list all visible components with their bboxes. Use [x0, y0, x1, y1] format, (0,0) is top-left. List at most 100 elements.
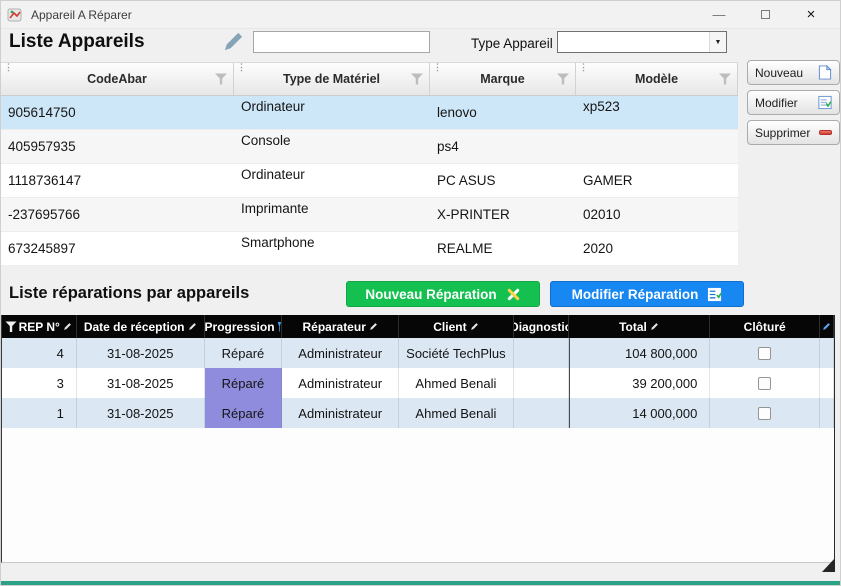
- appareil-row[interactable]: 905614750 Ordinateur lenovo xp523: [1, 96, 738, 130]
- cell-progression[interactable]: Réparé: [205, 398, 283, 428]
- window-controls: — ×: [696, 6, 834, 23]
- column-drag-dots: ⋮: [4, 63, 13, 73]
- modifier-reparation-button[interactable]: Modifier Réparation: [550, 281, 744, 307]
- column-header-rep-n[interactable]: REP N°: [2, 315, 77, 338]
- cell-date-reception[interactable]: 31-08-2025: [77, 338, 205, 368]
- cell-rep-n[interactable]: 4: [2, 338, 77, 368]
- nouveau-reparation-label: Nouveau Réparation: [365, 287, 496, 302]
- cell-rep-n[interactable]: 3: [2, 368, 77, 398]
- appareil-row[interactable]: -237695766 Imprimante X-PRINTER 02010: [1, 198, 738, 232]
- cell-date-reception[interactable]: 31-08-2025: [77, 368, 205, 398]
- cell-cloture[interactable]: [710, 398, 820, 428]
- nouveau-reparation-button[interactable]: Nouveau Réparation: [346, 281, 540, 307]
- appareil-row[interactable]: 405957935 Console ps4: [1, 130, 738, 164]
- cell-client[interactable]: Ahmed Benali: [399, 398, 514, 428]
- cell-marque[interactable]: REALME: [430, 232, 576, 265]
- cell-type-materiel[interactable]: Ordinateur: [234, 164, 430, 197]
- appareil-row[interactable]: 1118736147 Ordinateur PC ASUS GAMER: [1, 164, 738, 198]
- cell-codeabar[interactable]: -237695766: [1, 198, 234, 231]
- cell-edit[interactable]: [820, 368, 834, 398]
- supprimer-button-label: Supprimer: [755, 126, 810, 140]
- column-header-edit[interactable]: [820, 315, 834, 338]
- cell-cloture[interactable]: [710, 338, 820, 368]
- window-title: Appareil A Réparer: [31, 8, 132, 22]
- cell-rep-n[interactable]: 1: [2, 398, 77, 428]
- close-button[interactable]: ×: [788, 6, 834, 23]
- filter-icon[interactable]: [411, 74, 423, 85]
- cell-diagnostic[interactable]: [514, 368, 569, 398]
- reparation-row[interactable]: 3 31-08-2025 Réparé Administrateur Ahmed…: [2, 368, 834, 398]
- cell-reparateur[interactable]: Administrateur: [282, 368, 399, 398]
- cell-cloture[interactable]: [710, 368, 820, 398]
- filter-icon-progression[interactable]: [278, 322, 282, 332]
- cell-modele[interactable]: [576, 130, 738, 163]
- cell-type-materiel[interactable]: Imprimante: [234, 198, 430, 231]
- cell-marque[interactable]: ps4: [430, 130, 576, 163]
- cell-type-materiel[interactable]: Smartphone: [234, 232, 430, 265]
- appareil-row[interactable]: 673245897 Smartphone REALME 2020: [1, 232, 738, 266]
- column-header-client[interactable]: Client: [399, 315, 514, 338]
- cell-total[interactable]: 39 200,000: [569, 368, 711, 398]
- nouveau-button[interactable]: Nouveau: [747, 60, 840, 85]
- cloture-checkbox[interactable]: [758, 407, 771, 420]
- column-header-type-materiel[interactable]: ⋮ Type de Matériel: [234, 63, 430, 95]
- column-label: REP N°: [19, 320, 60, 334]
- cell-reparateur[interactable]: Administrateur: [282, 338, 399, 368]
- cell-progression[interactable]: Réparé: [205, 338, 283, 368]
- filter-icon[interactable]: [215, 74, 227, 85]
- cell-reparateur[interactable]: Administrateur: [282, 398, 399, 428]
- column-header-total[interactable]: Total: [569, 315, 711, 338]
- cell-diagnostic[interactable]: [514, 338, 569, 368]
- supprimer-button[interactable]: Supprimer: [747, 120, 840, 145]
- dropdown-arrow-icon[interactable]: ▼: [709, 32, 726, 52]
- cell-edit[interactable]: [820, 338, 834, 368]
- cell-client[interactable]: Ahmed Benali: [399, 368, 514, 398]
- column-label: Date de réception: [84, 320, 185, 334]
- cell-marque[interactable]: lenovo: [430, 96, 576, 129]
- row-filter-icon[interactable]: [5, 321, 17, 332]
- column-header-codeabar[interactable]: ⋮ CodeAbar: [1, 63, 234, 95]
- cell-diagnostic[interactable]: [514, 398, 569, 428]
- type-appareil-select[interactable]: ▼: [557, 31, 727, 53]
- cell-modele[interactable]: GAMER: [576, 164, 738, 197]
- cell-codeabar[interactable]: 673245897: [1, 232, 234, 265]
- column-header-diagnostic[interactable]: Diagnostic: [514, 315, 569, 338]
- cell-edit[interactable]: [820, 398, 834, 428]
- cell-marque[interactable]: X-PRINTER: [430, 198, 576, 231]
- column-header-cloture[interactable]: Clôturé: [710, 315, 820, 338]
- modifier-button[interactable]: Modifier: [747, 90, 840, 115]
- cell-total[interactable]: 104 800,000: [569, 338, 711, 368]
- reparations-grid-header: REP N° Date de réception Progression Rép…: [2, 315, 834, 338]
- cell-codeabar[interactable]: 1118736147: [1, 164, 234, 197]
- app-icon: [7, 7, 23, 23]
- maximize-button[interactable]: [742, 7, 788, 22]
- filter-icon[interactable]: [719, 74, 731, 85]
- cell-type-materiel[interactable]: Ordinateur: [234, 96, 430, 129]
- cell-modele[interactable]: 2020: [576, 232, 738, 265]
- cell-modele[interactable]: 02010: [576, 198, 738, 231]
- cell-progression[interactable]: Réparé: [205, 368, 283, 398]
- cell-codeabar[interactable]: 405957935: [1, 130, 234, 163]
- cell-type-materiel[interactable]: Console: [234, 130, 430, 163]
- cell-total[interactable]: 14 000,000: [569, 398, 711, 428]
- column-header-modele[interactable]: ⋮ Modèle: [576, 63, 738, 95]
- nouveau-button-label: Nouveau: [755, 66, 803, 80]
- edit-icon: [188, 322, 197, 331]
- filter-icon[interactable]: [557, 74, 569, 85]
- cell-date-reception[interactable]: 31-08-2025: [77, 398, 205, 428]
- column-header-date-reception[interactable]: Date de réception: [77, 315, 205, 338]
- reparation-row[interactable]: 1 31-08-2025 Réparé Administrateur Ahmed…: [2, 398, 834, 428]
- column-header-reparateur[interactable]: Réparateur: [282, 315, 399, 338]
- column-header-progression[interactable]: Progression: [205, 315, 283, 338]
- cell-codeabar[interactable]: 905614750: [1, 96, 234, 129]
- cell-modele[interactable]: xp523: [576, 96, 738, 129]
- cell-marque[interactable]: PC ASUS: [430, 164, 576, 197]
- cloture-checkbox[interactable]: [758, 347, 771, 360]
- minimize-button[interactable]: —: [696, 7, 742, 22]
- reparation-row[interactable]: 4 31-08-2025 Réparé Administrateur Socié…: [2, 338, 834, 368]
- column-header-marque[interactable]: ⋮ Marque: [430, 63, 576, 95]
- cell-client[interactable]: Société TechPlus: [399, 338, 514, 368]
- column-label: Clôturé: [744, 320, 786, 334]
- appareil-search-input[interactable]: [253, 31, 430, 53]
- cloture-checkbox[interactable]: [758, 377, 771, 390]
